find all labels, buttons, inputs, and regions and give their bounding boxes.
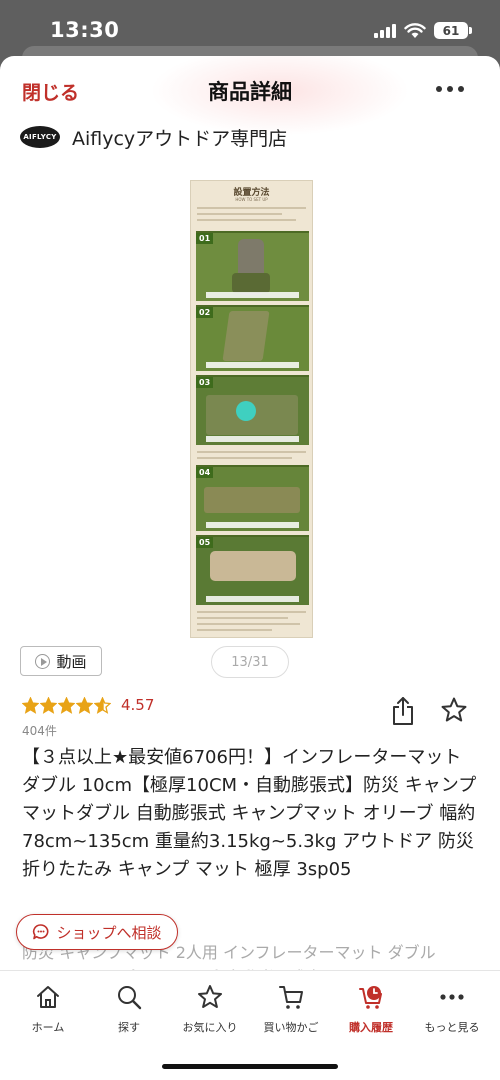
rating-star-icon <box>76 696 93 714</box>
rating[interactable]: 4.57 <box>22 696 154 714</box>
more-options-button[interactable] <box>436 86 464 92</box>
nav-label: 購入履歴 <box>349 1021 393 1034</box>
product-title: 【３点以上★最安値6706円！】インフレーターマット ダブル 10cm【極厚10… <box>22 747 477 880</box>
play-icon <box>35 653 51 669</box>
product-detail-sheet: 閉じる 商品詳細 AIFLYCY Aiflycyアウトドア専門店 設置方法 HO… <box>0 56 500 1080</box>
image-page-counter: 13/31 <box>211 646 289 678</box>
home-icon <box>37 986 59 1008</box>
rating-star-icon <box>94 696 111 714</box>
step-number: 05 <box>196 537 214 548</box>
video-label: 動画 <box>56 652 87 671</box>
product-image[interactable]: 設置方法 HOW TO SET UP 01 02 03 04 05 <box>190 180 313 638</box>
step-photo: 05 <box>196 535 309 605</box>
shop-chat-label: ショップへ相談 <box>56 923 162 942</box>
nav-home[interactable]: ホーム <box>8 983 88 1035</box>
rating-star-icon <box>58 696 75 714</box>
star-icon <box>198 985 222 1008</box>
header: 閉じる 商品詳細 <box>0 56 500 120</box>
shop-logo: AIFLYCY <box>20 126 60 148</box>
nav-label: もっと見る <box>424 1021 480 1034</box>
nav-label: 探す <box>118 1021 140 1034</box>
step-number: 01 <box>196 233 214 244</box>
rating-star-icon <box>22 696 39 714</box>
shop-name: Aiflycyアウトドア専門店 <box>72 127 288 150</box>
shop-chat-button[interactable]: ショップへ相談 <box>16 914 178 950</box>
step-photo: 02 <box>196 305 309 371</box>
chat-icon <box>33 924 49 940</box>
nav-favorites[interactable]: お気に入り <box>170 983 250 1035</box>
shop-link[interactable]: AIFLYCY Aiflycyアウトドア専門店 <box>20 120 287 154</box>
step-photo: 01 <box>196 231 309 301</box>
step-number: 03 <box>196 377 214 388</box>
nav-label: 買い物かご <box>263 1021 319 1034</box>
cart-icon <box>279 986 303 1009</box>
wifi-icon <box>404 22 426 38</box>
rating-stars <box>22 696 111 714</box>
favorite-star-icon[interactable] <box>440 696 468 724</box>
page-title: 商品詳細 <box>208 80 292 104</box>
step-number: 04 <box>196 467 214 478</box>
home-indicator <box>162 1064 338 1069</box>
nav-more[interactable]: もっと見る <box>412 983 492 1035</box>
step-photo: 03 <box>196 375 309 445</box>
more-icon <box>440 994 464 1000</box>
review-count[interactable]: 404件 <box>22 722 57 739</box>
rating-star-icon <box>40 696 57 714</box>
nav-label: お気に入り <box>182 1021 238 1034</box>
image-subtitle: HOW TO SET UP <box>235 197 268 202</box>
bottom-nav: ホーム 探す お気に入り 買い物かご 購入履歴 もっと見る <box>0 970 500 1080</box>
rating-value: 4.57 <box>121 696 155 714</box>
nav-search[interactable]: 探す <box>89 983 169 1035</box>
video-button[interactable]: 動画 <box>20 646 102 676</box>
signal-icon <box>374 23 396 38</box>
status-time: 13:30 <box>50 18 120 42</box>
nav-purchase-history[interactable]: 購入履歴 <box>331 983 411 1035</box>
battery-level: 61 <box>442 23 460 38</box>
step-number: 02 <box>196 307 214 318</box>
nav-cart[interactable]: 買い物かご <box>251 983 331 1035</box>
nav-label: ホーム <box>31 1021 65 1034</box>
battery-icon: 61 <box>434 22 472 39</box>
status-icons: 61 <box>374 22 472 39</box>
history-icon <box>359 986 382 1009</box>
step-photo: 04 <box>196 465 309 531</box>
share-icon[interactable] <box>390 696 416 726</box>
search-icon <box>118 986 142 1010</box>
